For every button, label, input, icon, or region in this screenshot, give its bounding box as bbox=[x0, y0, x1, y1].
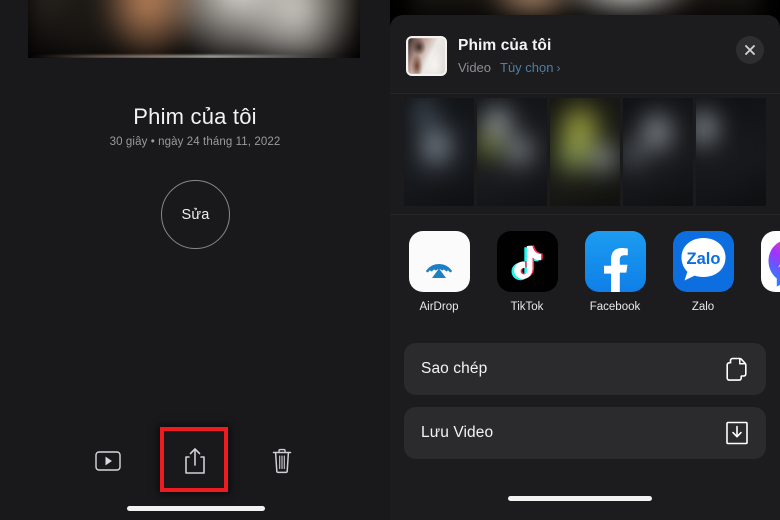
share-sheet-subrow: Video Tùy chọn › bbox=[458, 60, 561, 75]
share-button[interactable] bbox=[178, 444, 212, 478]
share-actions-list: Sao chép Lưu Video bbox=[390, 335, 780, 459]
video-toolbar bbox=[0, 430, 390, 492]
svg-text:Zalo: Zalo bbox=[686, 250, 720, 268]
filmstrip-frame-image bbox=[696, 98, 766, 206]
video-subtitle: 30 giây • ngày 24 tháng 11, 2022 bbox=[109, 136, 281, 148]
share-target-label: TikTok bbox=[510, 301, 544, 313]
zalo-icon: Zalo bbox=[672, 231, 734, 292]
filmstrip-frame bbox=[550, 98, 620, 206]
video-preview-frame[interactable] bbox=[28, 0, 360, 58]
share-target-messenger[interactable]: Me bbox=[760, 231, 780, 335]
play-button[interactable] bbox=[91, 444, 125, 478]
filmstrip-frame bbox=[623, 98, 693, 206]
video-detail-panel: Phim của tôi 30 giây • ngày 24 tháng 11,… bbox=[0, 0, 390, 520]
home-indicator-left bbox=[127, 506, 265, 511]
close-icon bbox=[745, 45, 755, 55]
messenger-icon bbox=[760, 231, 780, 292]
share-icon bbox=[185, 448, 205, 474]
play-icon bbox=[95, 451, 121, 471]
content-kind-label: Video bbox=[458, 60, 492, 75]
screenshot-root: Phim của tôi 30 giây • ngày 24 tháng 11,… bbox=[0, 0, 780, 520]
save-download-icon bbox=[725, 420, 749, 446]
edit-button[interactable]: Sửa bbox=[161, 180, 230, 249]
filmstrip-frame-image bbox=[623, 98, 693, 206]
filmstrip-frame-image bbox=[550, 98, 620, 206]
share-target-zalo[interactable]: Zalo Zalo bbox=[672, 231, 734, 335]
share-target-label: Zalo bbox=[691, 301, 715, 313]
airdrop-icon bbox=[408, 231, 470, 292]
share-target-airdrop[interactable]: AirDrop bbox=[408, 231, 470, 335]
share-target-label: Facebook bbox=[589, 301, 641, 313]
video-preview-image bbox=[28, 0, 360, 58]
page-title: Phim của tôi bbox=[133, 104, 257, 129]
share-sheet-header: Phim của tôi Video Tùy chọn › bbox=[390, 15, 780, 93]
video-meta: Phim của tôi 30 giây • ngày 24 tháng 11,… bbox=[0, 104, 390, 150]
share-target-label: AirDrop bbox=[419, 301, 459, 313]
facebook-icon bbox=[584, 231, 646, 292]
trash-icon bbox=[272, 448, 292, 474]
action-label: Lưu Video bbox=[421, 424, 494, 441]
close-button[interactable] bbox=[736, 36, 764, 64]
video-preview-edge bbox=[28, 55, 360, 58]
action-row-save-video[interactable]: Lưu Video bbox=[404, 407, 766, 459]
action-row-copy[interactable]: Sao chép bbox=[404, 343, 766, 395]
options-link[interactable]: Tùy chọn › bbox=[500, 60, 560, 75]
delete-button[interactable] bbox=[265, 444, 299, 478]
edit-button-label: Sửa bbox=[181, 206, 210, 223]
share-targets-row[interactable]: AirDrop TikTok Facebook Zalo Zalo bbox=[390, 215, 780, 335]
background-video-strip bbox=[390, 0, 780, 16]
share-sheet-title: Phim của tôi bbox=[458, 37, 552, 54]
filmstrip-frame bbox=[404, 98, 474, 206]
chevron-right-icon: › bbox=[556, 60, 561, 75]
share-target-tiktok[interactable]: TikTok bbox=[496, 231, 558, 335]
share-sheet-panel: Phim của tôi Video Tùy chọn › AirDrop Ti… bbox=[390, 0, 780, 520]
avatar bbox=[406, 36, 447, 76]
filmstrip-frame bbox=[696, 98, 766, 206]
action-label: Sao chép bbox=[421, 360, 488, 377]
options-link-label: Tùy chọn bbox=[500, 60, 554, 75]
tiktok-icon bbox=[496, 231, 558, 292]
filmstrip-frame bbox=[477, 98, 547, 206]
share-sheet: Phim của tôi Video Tùy chọn › AirDrop Ti… bbox=[390, 15, 780, 520]
share-target-facebook[interactable]: Facebook bbox=[584, 231, 646, 335]
background-video-image bbox=[412, 0, 760, 16]
filmstrip-frame-image bbox=[404, 98, 474, 206]
thumbnail-image bbox=[408, 38, 445, 74]
video-filmstrip[interactable] bbox=[390, 93, 780, 215]
copy-icon bbox=[725, 356, 749, 382]
home-indicator-right bbox=[508, 496, 652, 501]
filmstrip-frame-image bbox=[477, 98, 547, 206]
